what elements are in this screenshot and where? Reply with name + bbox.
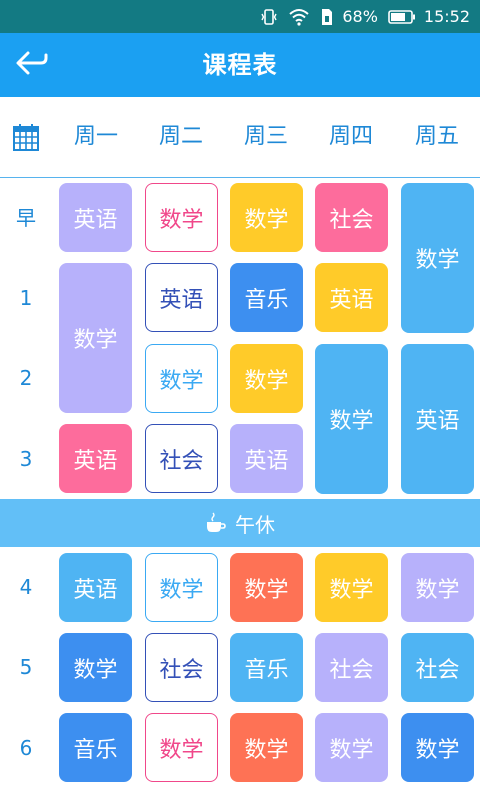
course-cell[interactable]: 数学 — [145, 344, 218, 413]
weekday-thu: 周四 — [328, 124, 373, 149]
weekday-mon: 周一 — [73, 124, 118, 149]
course-cell[interactable]: 社会 — [145, 424, 218, 493]
course-cell[interactable]: 数学 — [230, 553, 303, 622]
period-label-2: 2 — [19, 366, 33, 390]
course-cell[interactable]: 社会 — [145, 633, 218, 702]
calendar-icon[interactable] — [13, 123, 39, 155]
wifi-icon — [288, 8, 310, 26]
course-cell[interactable]: 社会 — [315, 633, 388, 702]
course-cell[interactable]: 英语 — [59, 183, 132, 252]
lunch-break-label: 午休 — [235, 512, 275, 537]
course-cell[interactable]: 数学 — [145, 553, 218, 622]
sim-icon — [320, 8, 334, 26]
app-bar: 课程表 — [0, 33, 480, 97]
course-cell[interactable]: 英语 — [145, 263, 218, 332]
weekday-tue: 周二 — [158, 124, 203, 149]
course-cell[interactable]: 英语 — [315, 263, 388, 332]
course-cell[interactable]: 数学 — [230, 344, 303, 413]
period-label-3: 3 — [19, 447, 33, 471]
course-cell[interactable]: 数学 — [315, 713, 388, 782]
course-cell[interactable]: 数学 — [401, 183, 474, 333]
course-cell[interactable]: 数学 — [145, 713, 218, 782]
week-header: 周一 周二 周三 周四 周五 — [0, 97, 480, 178]
course-cell[interactable]: 数学 — [315, 553, 388, 622]
course-cell[interactable]: 英语 — [59, 424, 132, 493]
weekday-wed: 周三 — [243, 124, 288, 149]
period-label-6: 6 — [19, 736, 33, 760]
battery-icon — [388, 9, 416, 25]
coffee-cup-icon — [205, 512, 227, 534]
course-cell[interactable]: 数学 — [59, 633, 132, 702]
weekday-fri: 周五 — [414, 124, 459, 149]
course-cell[interactable]: 英语 — [59, 553, 132, 622]
course-cell[interactable]: 音乐 — [59, 713, 132, 782]
course-cell[interactable]: 数学 — [145, 183, 218, 252]
course-cell[interactable]: 音乐 — [230, 633, 303, 702]
course-cell[interactable]: 数学 — [59, 263, 132, 413]
course-cell[interactable]: 英语 — [401, 344, 474, 494]
period-label-5: 5 — [19, 655, 33, 679]
course-cell[interactable]: 社会 — [401, 633, 474, 702]
battery-percent: 68% — [342, 7, 378, 26]
course-cell[interactable]: 数学 — [315, 344, 388, 494]
period-label-morning: 早 — [16, 206, 36, 230]
status-bar: 68% 15:52 — [0, 0, 480, 33]
period-label-4: 4 — [19, 575, 33, 599]
clock: 15:52 — [423, 7, 470, 26]
course-cell[interactable]: 英语 — [230, 424, 303, 493]
course-cell[interactable]: 数学 — [401, 713, 474, 782]
course-cell[interactable]: 数学 — [230, 183, 303, 252]
page-title: 课程表 — [202, 51, 278, 79]
course-cell[interactable]: 数学 — [230, 713, 303, 782]
period-label-1: 1 — [19, 286, 33, 310]
course-cell[interactable]: 数学 — [401, 553, 474, 622]
course-cell[interactable]: 社会 — [315, 183, 388, 252]
vibrate-icon — [260, 8, 278, 26]
lunch-break-bar: 午休 — [0, 499, 480, 547]
course-cell[interactable]: 音乐 — [230, 263, 303, 332]
